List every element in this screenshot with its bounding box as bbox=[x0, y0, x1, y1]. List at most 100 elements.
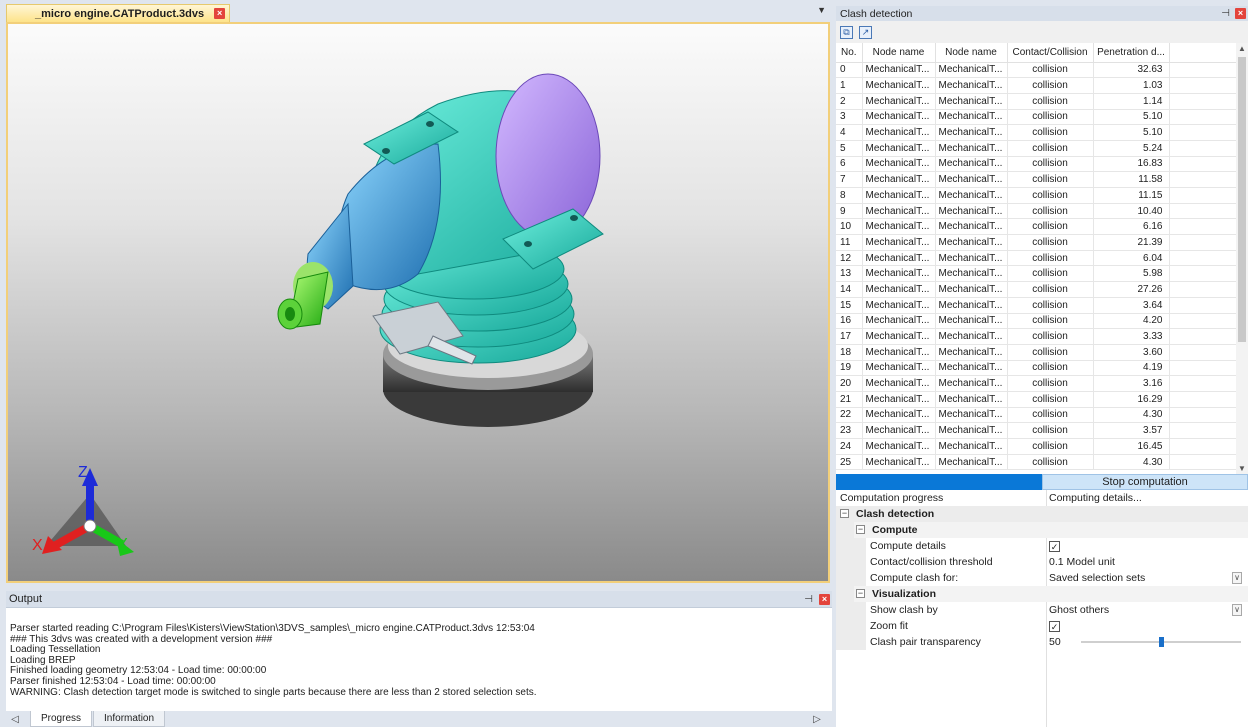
close-icon[interactable]: × bbox=[819, 593, 830, 605]
cell-node-name-1: MechanicalT... bbox=[862, 360, 936, 377]
group-compute[interactable]: − Compute bbox=[836, 522, 1248, 538]
indent-strip bbox=[836, 538, 866, 554]
table-row[interactable]: 19 MechanicalT... MechanicalT... collision 4… bbox=[836, 360, 1237, 377]
table-row[interactable]: 4 MechanicalT... MechanicalT... collision 5.… bbox=[836, 124, 1237, 141]
transparency-control: 50 bbox=[1046, 634, 1242, 650]
table-row[interactable]: 15 MechanicalT... MechanicalT... collision 3… bbox=[836, 297, 1237, 314]
compute-details-checkbox[interactable]: ✓ bbox=[1049, 540, 1060, 552]
table-row[interactable]: 11 MechanicalT... MechanicalT... collision 2… bbox=[836, 234, 1237, 251]
table-row[interactable]: 13 MechanicalT... MechanicalT... collision 5… bbox=[836, 265, 1237, 283]
table-row[interactable]: 3 MechanicalT... MechanicalT... collision 5.… bbox=[836, 109, 1237, 126]
table-row[interactable]: 5 MechanicalT... MechanicalT... collision 5.… bbox=[836, 140, 1237, 157]
clash-panel-title: Clash detection bbox=[840, 7, 913, 20]
cell-contact-collision: collision bbox=[1007, 407, 1094, 424]
copy-icon[interactable]: ⧉ bbox=[840, 25, 853, 39]
table-row[interactable]: 10 MechanicalT... MechanicalT... collision 6… bbox=[836, 218, 1237, 236]
cell-no: 14 bbox=[836, 281, 863, 298]
cell-no: 2 bbox=[836, 93, 863, 110]
prop-row-computation-progress: Computation progress Computing details..… bbox=[836, 490, 1248, 506]
show-clash-by-select[interactable]: Ghost others ∨ bbox=[1046, 602, 1242, 618]
cell-empty bbox=[1169, 171, 1237, 188]
cell-node-name-1: MechanicalT... bbox=[862, 234, 936, 251]
cell-contact-collision: collision bbox=[1007, 328, 1094, 345]
cell-empty bbox=[1169, 313, 1237, 330]
stop-computation-button[interactable]: Stop computation bbox=[1042, 474, 1248, 490]
scroll-right-icon[interactable]: ▷ bbox=[802, 714, 832, 727]
table-row[interactable]: 20 MechanicalT... MechanicalT... collision 3… bbox=[836, 375, 1237, 392]
table-row[interactable]: 2 MechanicalT... MechanicalT... collision 1.… bbox=[836, 93, 1237, 110]
chevron-down-icon[interactable]: ∨ bbox=[1232, 572, 1242, 584]
table-row[interactable]: 22 MechanicalT... MechanicalT... collision 4… bbox=[836, 407, 1237, 424]
export-icon[interactable]: ↗ bbox=[859, 25, 872, 39]
prop-row-show-clash-by: Show clash by Ghost others ∨ bbox=[836, 602, 1248, 618]
tab-information[interactable]: Information bbox=[93, 711, 166, 727]
cell-empty bbox=[1169, 234, 1237, 251]
cell-empty bbox=[1169, 156, 1237, 173]
pin-icon[interactable]: ⊣ bbox=[1221, 8, 1230, 19]
cell-penetration: 10.40 bbox=[1093, 203, 1170, 220]
3d-viewport[interactable]: Z X Y bbox=[6, 22, 830, 583]
cell-contact-collision: collision bbox=[1007, 234, 1094, 251]
cell-node-name-2: MechanicalT... bbox=[935, 454, 1008, 471]
table-row[interactable]: 14 MechanicalT... MechanicalT... collision 2… bbox=[836, 281, 1237, 298]
select-value: Ghost others bbox=[1049, 604, 1110, 616]
cell-contact-collision: collision bbox=[1007, 171, 1094, 188]
cell-node-name-1: MechanicalT... bbox=[862, 422, 936, 439]
column-header-node-name-1[interactable]: Node name bbox=[862, 43, 936, 63]
document-tab[interactable]: _micro engine.CATProduct.3dvs × bbox=[6, 4, 231, 22]
table-row[interactable]: 23 MechanicalT... MechanicalT... collision 3… bbox=[836, 422, 1237, 439]
compute-clash-for-select[interactable]: Saved selection sets ∨ bbox=[1046, 570, 1242, 586]
cell-empty bbox=[1169, 438, 1237, 455]
tab-progress[interactable]: Progress bbox=[30, 711, 93, 727]
column-header-empty bbox=[1169, 43, 1237, 63]
transparency-slider-thumb[interactable] bbox=[1159, 637, 1164, 647]
cell-node-name-1: MechanicalT... bbox=[862, 250, 936, 267]
cell-contact-collision: collision bbox=[1007, 375, 1094, 392]
table-row[interactable]: 7 MechanicalT... MechanicalT... collision 11… bbox=[836, 171, 1237, 188]
table-row[interactable]: 17 MechanicalT... MechanicalT... collision 3… bbox=[836, 328, 1237, 345]
scroll-left-icon[interactable]: ◁ bbox=[0, 714, 30, 727]
table-row[interactable]: 12 MechanicalT... MechanicalT... collision 6… bbox=[836, 250, 1237, 267]
zoom-fit-checkbox[interactable]: ✓ bbox=[1049, 620, 1060, 632]
collapse-icon[interactable]: − bbox=[840, 509, 849, 518]
collapse-icon[interactable]: − bbox=[856, 525, 865, 534]
table-row[interactable]: 6 MechanicalT... MechanicalT... collision 16… bbox=[836, 156, 1237, 173]
prop-row-compute-details: Compute details ✓ bbox=[836, 538, 1248, 554]
cell-no: 22 bbox=[836, 407, 863, 424]
prop-label: Show clash by bbox=[870, 604, 938, 616]
cell-node-name-1: MechanicalT... bbox=[862, 140, 936, 157]
cell-penetration: 4.19 bbox=[1093, 360, 1170, 377]
vertical-scrollbar[interactable]: ▲ ▼ bbox=[1236, 43, 1248, 474]
table-row[interactable]: 18 MechanicalT... MechanicalT... collision 3… bbox=[836, 344, 1237, 361]
cell-node-name-2: MechanicalT... bbox=[935, 93, 1008, 110]
scrollbar-thumb[interactable] bbox=[1238, 57, 1246, 342]
cell-node-name-1: MechanicalT... bbox=[862, 156, 936, 173]
cell-penetration: 1.14 bbox=[1093, 93, 1170, 110]
close-icon[interactable]: × bbox=[214, 8, 226, 19]
cell-node-name-2: MechanicalT... bbox=[935, 62, 1008, 79]
table-row[interactable]: 25 MechanicalT... MechanicalT... collision 4… bbox=[836, 454, 1237, 471]
group-clash-detection[interactable]: − Clash detection bbox=[836, 506, 1248, 522]
scroll-down-icon[interactable]: ▼ bbox=[1236, 464, 1248, 473]
column-header-penetration[interactable]: Penetration d... bbox=[1093, 43, 1170, 63]
column-header-node-name-2[interactable]: Node name bbox=[935, 43, 1008, 63]
table-row[interactable]: 1 MechanicalT... MechanicalT... collision 1.… bbox=[836, 77, 1237, 94]
table-row[interactable]: 0 MechanicalT... MechanicalT... collision 32… bbox=[836, 62, 1237, 79]
chevron-down-icon[interactable]: ∨ bbox=[1232, 604, 1242, 616]
table-row[interactable]: 21 MechanicalT... MechanicalT... collision 1… bbox=[836, 391, 1237, 408]
close-icon[interactable]: × bbox=[1235, 8, 1246, 19]
scroll-up-icon[interactable]: ▲ bbox=[1236, 44, 1248, 53]
column-header-contact-collision[interactable]: Contact/Collision bbox=[1007, 43, 1094, 63]
threshold-input[interactable]: 0.1 Model unit bbox=[1046, 554, 1242, 570]
pin-icon[interactable]: ⊣ bbox=[804, 594, 813, 605]
table-row[interactable]: 24 MechanicalT... MechanicalT... collision 1… bbox=[836, 438, 1237, 455]
cell-empty bbox=[1169, 422, 1237, 439]
column-header-no[interactable]: No. bbox=[836, 43, 863, 63]
cell-contact-collision: collision bbox=[1007, 124, 1094, 141]
table-row[interactable]: 16 MechanicalT... MechanicalT... collision 4… bbox=[836, 313, 1237, 330]
tab-list-dropdown-icon[interactable]: ▼ bbox=[817, 5, 826, 15]
table-row[interactable]: 8 MechanicalT... MechanicalT... collision 11… bbox=[836, 187, 1237, 204]
group-visualization[interactable]: − Visualization bbox=[836, 586, 1248, 602]
collapse-icon[interactable]: − bbox=[856, 589, 865, 598]
table-row[interactable]: 9 MechanicalT... MechanicalT... collision 10… bbox=[836, 203, 1237, 220]
